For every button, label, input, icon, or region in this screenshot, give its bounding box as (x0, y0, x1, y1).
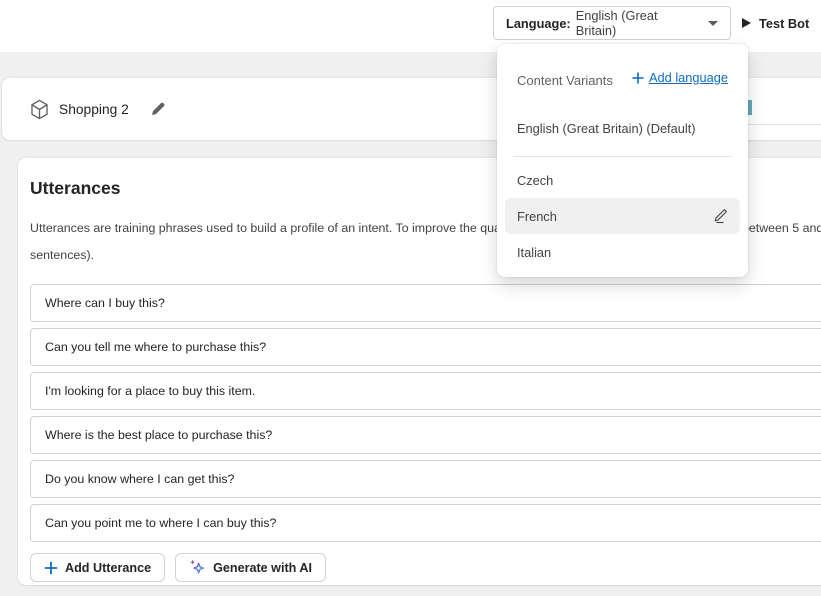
play-icon (742, 18, 751, 28)
utterance-list: Where can I buy this? Can you tell me wh… (30, 284, 821, 548)
language-menu: Content Variants Add language English (G… (497, 44, 748, 277)
language-label: Language: (506, 16, 571, 31)
utterances-description-line2: sentences). (30, 248, 94, 262)
utterance-actions: Add Utterance Generate with AI (30, 553, 326, 582)
utterance-input[interactable]: Where is the best place to purchase this… (30, 416, 821, 454)
menu-item-french[interactable]: French (505, 198, 740, 234)
add-language-button[interactable]: Add language (632, 70, 728, 85)
plus-icon (44, 561, 58, 575)
menu-item-french-label: French (517, 209, 557, 224)
ai-sparkle-icon (189, 559, 206, 576)
menu-divider (513, 156, 732, 157)
add-utterance-button[interactable]: Add Utterance (30, 553, 165, 582)
chevron-down-icon (708, 21, 718, 26)
menu-item-italian[interactable]: Italian (497, 234, 748, 270)
utterance-input[interactable]: Do you know where I can get this? (30, 460, 821, 498)
partial-field-underline (746, 124, 821, 125)
topic-header-row: Shopping 2 (30, 78, 167, 140)
plus-icon (632, 72, 644, 84)
menu-item-czech[interactable]: Czech (497, 162, 748, 198)
test-bot-button[interactable]: Test Bot (742, 6, 809, 40)
menu-item-english-default[interactable]: English (Great Britain) (Default) (497, 110, 748, 146)
add-language-label: Add language (649, 70, 728, 85)
utterance-input[interactable]: Can you tell me where to purchase this? (30, 328, 821, 366)
pencil-icon (151, 102, 165, 116)
utterance-input[interactable]: Where can I buy this? (30, 284, 821, 322)
utterance-input[interactable]: I'm looking for a place to buy this item… (30, 372, 821, 410)
edit-language-icon[interactable] (712, 208, 728, 224)
generate-with-ai-label: Generate with AI (213, 561, 312, 575)
test-bot-label: Test Bot (759, 16, 809, 31)
topic-cube-icon (30, 99, 49, 120)
utterances-title: Utterances (30, 178, 120, 199)
content-variants-label: Content Variants (517, 73, 613, 88)
add-utterance-label: Add Utterance (65, 561, 151, 575)
language-dropdown-trigger[interactable]: Language: English (Great Britain) (493, 6, 731, 40)
utterance-input[interactable]: Can you point me to where I can buy this… (30, 504, 821, 542)
language-value: English (Great Britain) (576, 8, 697, 38)
edit-topic-name-button[interactable] (149, 100, 167, 118)
generate-with-ai-button[interactable]: Generate with AI (175, 553, 326, 582)
topic-name: Shopping 2 (59, 102, 129, 117)
